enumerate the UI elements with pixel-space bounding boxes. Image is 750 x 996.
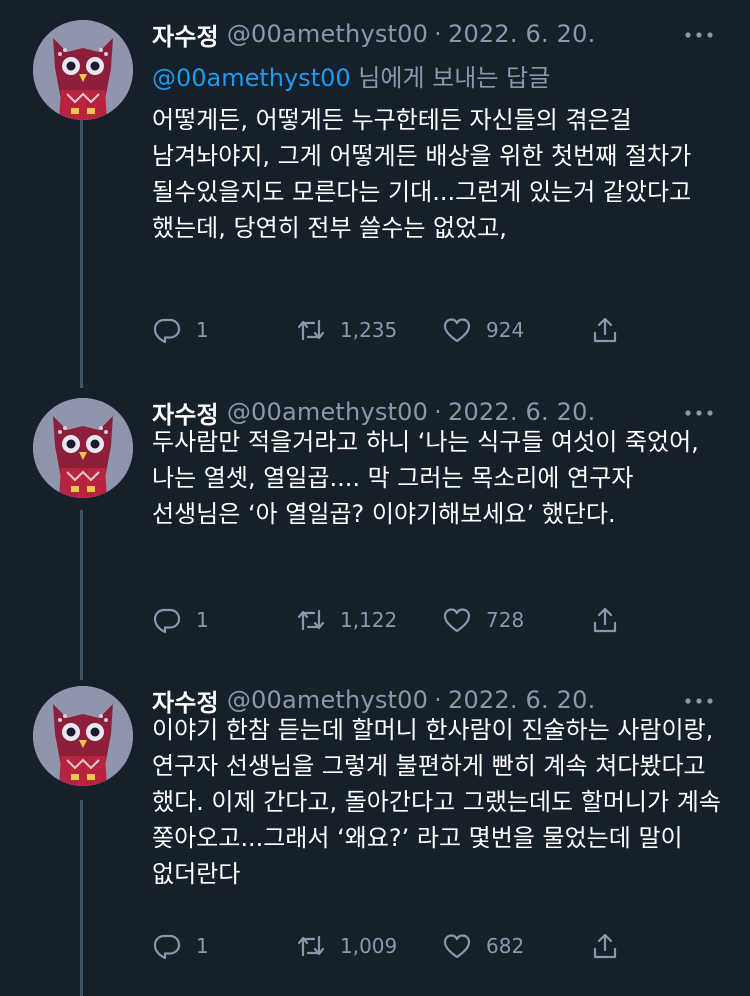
replying-to: @00amethyst00 님에게 보내는 답글 (152, 58, 550, 93)
tweet-actions: 1 1,235 924 (152, 310, 632, 350)
tweet-text: 이야기 한참 듣는데 할머니 한사람이 진술하는 사람이랑, 연구자 선생님을 … (152, 716, 721, 888)
user-handle[interactable]: @00amethyst00 (227, 398, 428, 426)
tweet[interactable]: 자수정 @00amethyst00 · 2022. 6. 20. @00amet… (0, 14, 750, 374)
tweet-actions: 1 1,122 728 (152, 600, 632, 640)
avatar[interactable] (33, 20, 133, 120)
tweet[interactable]: 자수정 @00amethyst00 · 2022. 6. 20. 두사람만 적을… (0, 392, 750, 662)
share-icon (593, 317, 617, 343)
separator: · (434, 686, 442, 714)
reply-suffix: 님에게 보내는 답글 (350, 64, 551, 92)
separator: · (434, 398, 442, 426)
reply-count: 1 (196, 934, 209, 958)
user-handle[interactable]: @00amethyst00 (227, 686, 428, 714)
avatar[interactable] (33, 686, 133, 786)
tweet-text: 어떻게든, 어떻게든 누구한테든 자신들의 겪은걸 남겨놔야지, 그게 어떻게든… (152, 106, 692, 242)
like-icon (443, 318, 471, 343)
avatar[interactable] (33, 398, 133, 498)
like-count: 924 (486, 318, 525, 342)
more-icon[interactable] (684, 20, 714, 50)
like-button[interactable]: 682 (442, 926, 524, 966)
retweet-count: 1,235 (340, 318, 398, 342)
reply-count: 1 (196, 608, 209, 632)
reply-icon (153, 934, 181, 960)
like-icon (443, 608, 471, 633)
separator: · (434, 20, 442, 48)
tweet-header: 자수정 @00amethyst00 · 2022. 6. 20. (152, 14, 595, 54)
like-count: 728 (486, 608, 525, 632)
share-icon (593, 933, 617, 959)
retweet-button[interactable]: 1,122 (296, 600, 397, 640)
owl-avatar-icon (33, 398, 133, 498)
like-button[interactable]: 924 (442, 310, 524, 350)
timestamp[interactable]: 2022. 6. 20. (448, 20, 595, 48)
owl-avatar-icon (33, 20, 133, 120)
reply-button[interactable]: 1 (152, 926, 209, 966)
share-button[interactable] (590, 600, 620, 640)
retweet-icon (297, 609, 325, 631)
tweet-actions: 1 1,009 682 (152, 926, 632, 966)
reply-button[interactable]: 1 (152, 310, 209, 350)
timestamp[interactable]: 2022. 6. 20. (448, 686, 595, 714)
reply-mention[interactable]: @00amethyst00 (152, 64, 351, 92)
retweet-count: 1,009 (340, 934, 398, 958)
share-button[interactable] (590, 310, 620, 350)
retweet-count: 1,122 (340, 608, 398, 632)
like-button[interactable]: 728 (442, 600, 524, 640)
retweet-icon (297, 319, 325, 341)
timestamp[interactable]: 2022. 6. 20. (448, 398, 595, 426)
reply-icon (153, 608, 181, 634)
retweet-button[interactable]: 1,235 (296, 310, 397, 350)
tweet[interactable]: 자수정 @00amethyst00 · 2022. 6. 20. 이야기 한참 … (0, 680, 750, 996)
like-icon (443, 934, 471, 959)
reply-button[interactable]: 1 (152, 600, 209, 640)
like-count: 682 (486, 934, 525, 958)
retweet-button[interactable]: 1,009 (296, 926, 397, 966)
share-icon (593, 607, 617, 633)
user-handle[interactable]: @00amethyst00 (227, 20, 428, 48)
owl-avatar-icon (33, 686, 133, 786)
reply-count: 1 (196, 318, 209, 342)
reply-icon (153, 318, 181, 344)
display-name[interactable]: 자수정 (152, 17, 219, 52)
share-button[interactable] (590, 926, 620, 966)
retweet-icon (297, 935, 325, 957)
tweet-text: 두사람만 적을거라고 하니 ‘나는 식구들 여섯이 죽었어, 나는 열셋, 열일… (152, 428, 699, 528)
